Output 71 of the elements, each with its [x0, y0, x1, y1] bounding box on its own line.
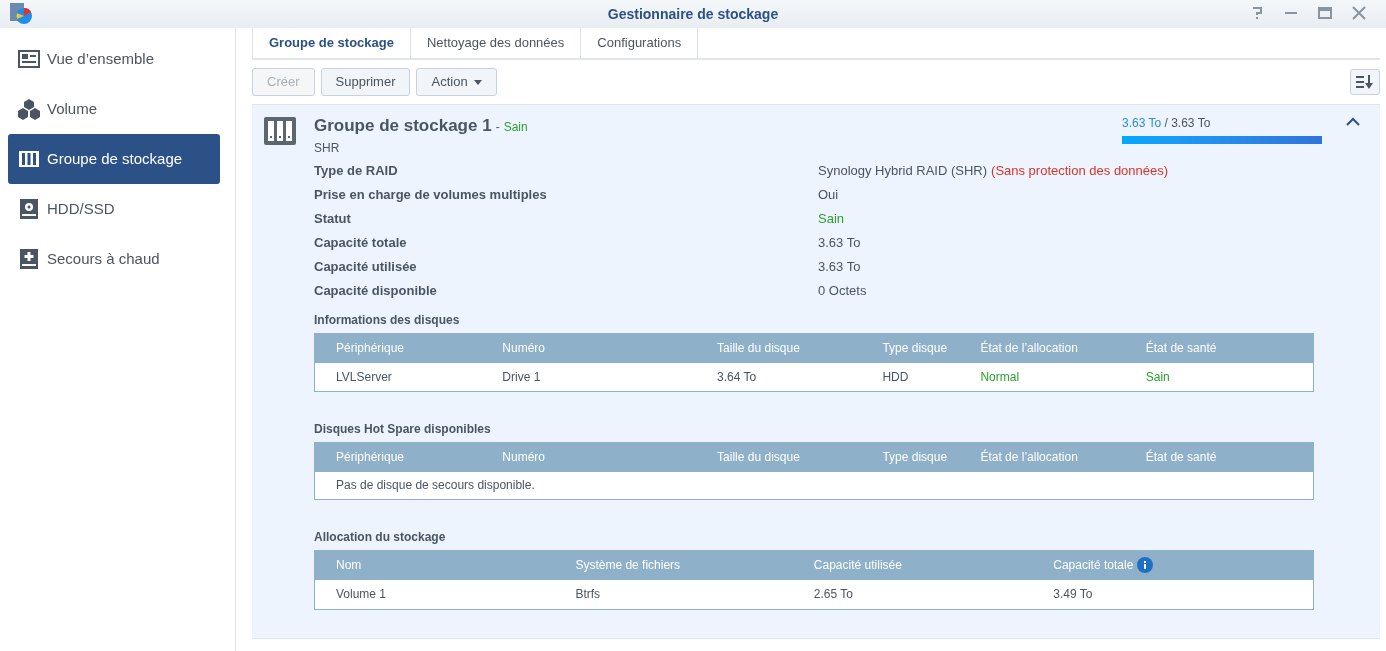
detail-label: Capacité totale	[314, 234, 407, 250]
toolbar-button[interactable]: Supprimer	[320, 68, 411, 96]
pool-status: Sain	[503, 119, 528, 136]
table-cell: LVLServer	[336, 369, 392, 384]
sidebar-item[interactable]: Secours à chaud	[8, 234, 220, 284]
detail-value: 3.63 To	[818, 233, 861, 252]
column-header[interactable]: Système de fichiers	[575, 556, 681, 574]
detail-label: Prise en charge de volumes multiples	[314, 186, 547, 202]
tab[interactable]: Nettoyage des données	[411, 28, 581, 58]
section-title: Informations des disques	[314, 312, 460, 327]
column-header[interactable]: Périphérique	[336, 339, 405, 357]
column-header[interactable]: Numéro	[502, 339, 545, 357]
detail-value: 3.63 To	[818, 257, 861, 276]
chevron-up-icon[interactable]	[1346, 117, 1360, 127]
sidebar-item[interactable]: Vue d’ensemble	[8, 34, 220, 84]
raid-type: SHR	[314, 139, 341, 157]
window-title: Gestionnaire de stockage	[607, 4, 779, 24]
column-header[interactable]: État de santé	[1145, 339, 1217, 357]
sidebar-item[interactable]: Volume	[8, 84, 220, 134]
column-header[interactable]: État de l’allocation	[980, 339, 1078, 357]
sort-icon	[1356, 75, 1374, 89]
tab[interactable]: Groupe de stockage	[253, 28, 410, 58]
pool-title: Groupe de stockage 1	[314, 115, 492, 137]
table-cell: 3.49 To	[1053, 587, 1093, 601]
detail-label: Capacité disponible	[314, 282, 437, 298]
section-title: Disques Hot Spare disponibles	[314, 421, 491, 436]
detail-value: 0 Octets	[818, 281, 867, 300]
detail-label: Capacité utilisée	[314, 258, 417, 274]
column-header[interactable]: Périphérique	[336, 448, 405, 466]
column-header[interactable]: Type disque	[882, 339, 948, 357]
column-header[interactable]: État de l’allocation	[980, 448, 1078, 466]
sort-button[interactable]	[1350, 69, 1380, 95]
table-cell: Btrfs	[575, 587, 601, 601]
table-cell: HDD	[882, 369, 909, 384]
app-logo-icon	[10, 3, 32, 25]
column-header[interactable]: Numéro	[502, 448, 545, 466]
table-cell: Sain	[1145, 369, 1170, 384]
close-icon[interactable]	[1352, 6, 1366, 20]
storage-pool-icon	[18, 148, 40, 170]
column-header[interactable]: Taille du disque	[717, 339, 800, 357]
dropdown-button[interactable]: Action	[416, 68, 497, 96]
detail-value: Sain	[818, 209, 845, 228]
column-header[interactable]: Type disque	[882, 448, 948, 466]
detail-label: Statut	[314, 210, 351, 226]
table-cell: 2.65 To	[813, 587, 853, 601]
section-title: Allocation du stockage	[314, 529, 446, 544]
id-card-icon	[18, 48, 40, 70]
sidebar-item[interactable]: HDD/SSD	[8, 184, 220, 234]
empty-message: Pas de disque de secours disponible.	[336, 477, 535, 494]
table-cell: Normal	[980, 369, 1020, 384]
cubes-icon	[18, 98, 40, 120]
table-cell: Volume 1	[336, 587, 387, 601]
detail-value: Synology Hybrid RAID (SHR)	[818, 161, 988, 180]
table-cell: Drive 1	[502, 369, 541, 384]
column-header[interactable]: État de santé	[1145, 448, 1217, 466]
separator-text: -	[495, 119, 500, 136]
column-header[interactable]: Nom	[336, 556, 362, 574]
detail-value: Oui	[818, 185, 839, 204]
maximize-icon[interactable]	[1318, 6, 1332, 20]
table-cell: 3.64 To	[717, 369, 757, 384]
info-icon[interactable]	[1137, 557, 1154, 573]
help-icon[interactable]	[1250, 6, 1264, 20]
tab[interactable]: Configurations	[581, 28, 698, 58]
warning-text: (Sans protection des données)	[991, 161, 1169, 180]
detail-label: Type de RAID	[314, 162, 398, 178]
column-header[interactable]: Capacité utilisée	[813, 556, 902, 574]
storage-pool-icon	[264, 117, 296, 145]
column-header[interactable]: Capacité totale	[1053, 556, 1134, 574]
column-header[interactable]: Taille du disque	[717, 448, 800, 466]
sidebar-item[interactable]: Groupe de stockage	[8, 134, 220, 184]
capacity-usage: 3.63 To / 3.63 To	[1122, 115, 1212, 132]
